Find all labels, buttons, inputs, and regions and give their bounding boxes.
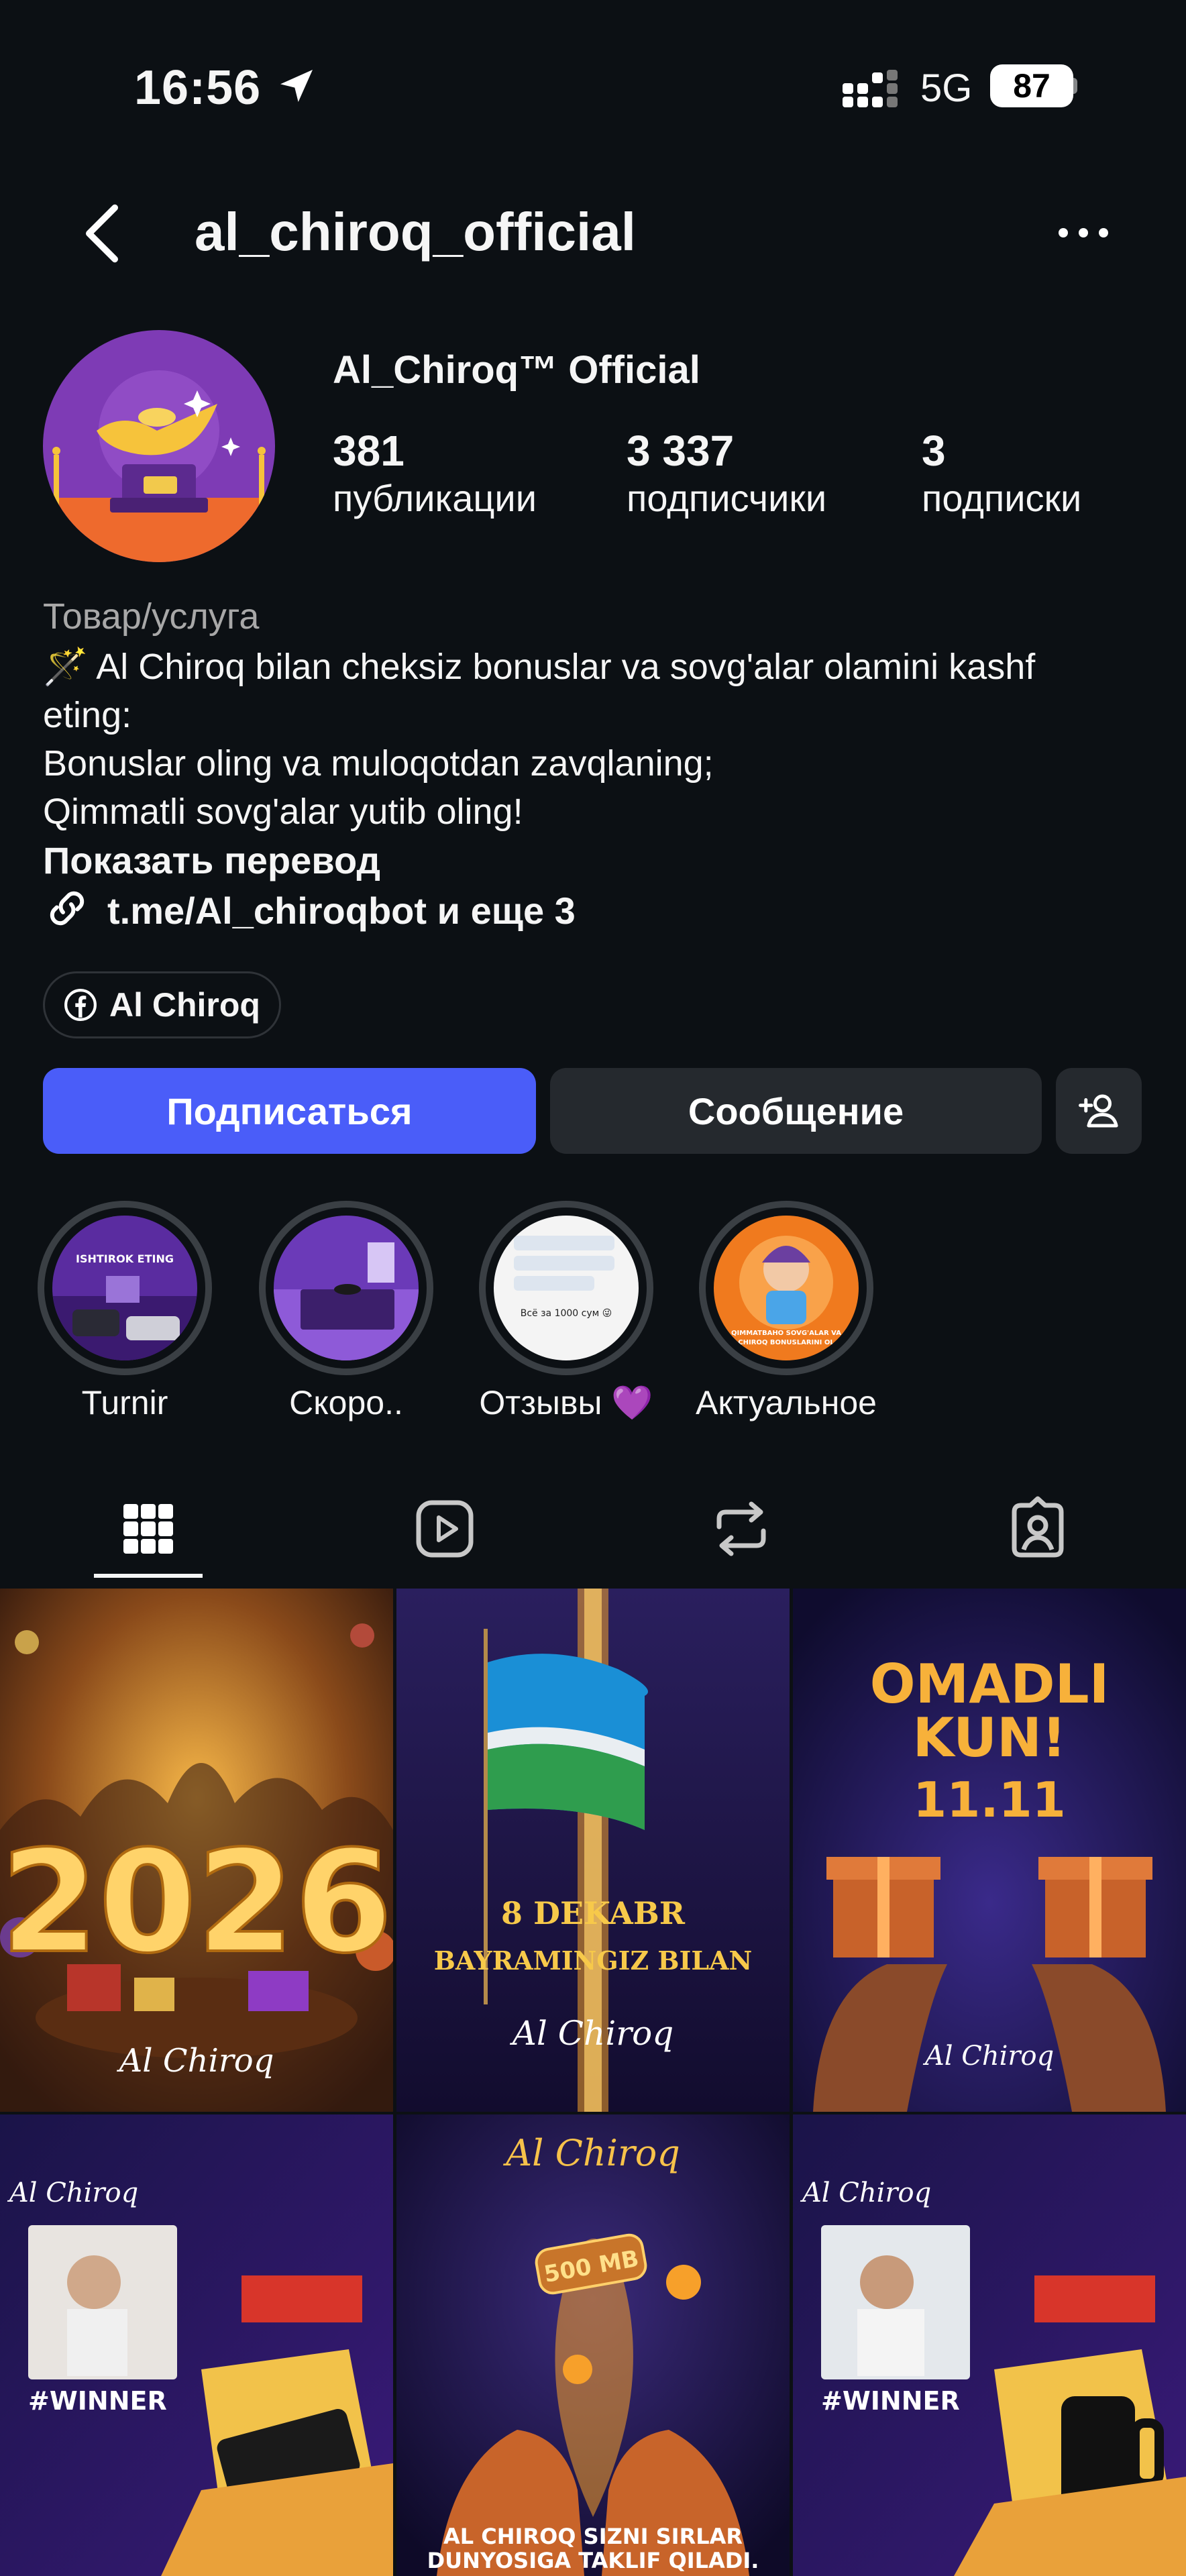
post-thumbnail[interactable]: OMADLI KUN! 11.11 Al Chiroq bbox=[793, 1589, 1186, 2112]
following-count[interactable]: 3 bbox=[922, 426, 946, 476]
highlight-soon[interactable] bbox=[259, 1201, 433, 1375]
following-label[interactable]: подписки bbox=[922, 476, 1081, 520]
post-thumbnail[interactable]: Al Chiroq #WINNER bbox=[793, 2114, 1186, 2576]
post-1-brand: Al Chiroq bbox=[117, 2042, 274, 2080]
post-3-brand: Al Chiroq bbox=[922, 2041, 1054, 2072]
post-6-brand: Al Chiroq bbox=[800, 2178, 931, 2208]
profile-username: al_chiroq_official bbox=[195, 202, 636, 262]
bio-line: eting: bbox=[43, 695, 132, 735]
show-translation-link[interactable]: Показать перевод bbox=[43, 839, 380, 882]
highlight-label: Актуальное bbox=[696, 1384, 877, 1421]
highlight-turnir-text: ISHTIROK ETING bbox=[76, 1252, 174, 1265]
post-3-line2: KUN! bbox=[913, 1707, 1067, 1769]
active-tab-indicator bbox=[94, 1574, 203, 1578]
location-arrow-icon bbox=[280, 70, 313, 102]
post-thumbnail[interactable]: 2026 Al Chiroq bbox=[0, 1589, 393, 2112]
post-4-brand: Al Chiroq bbox=[7, 2178, 138, 2208]
facebook-icon bbox=[64, 989, 97, 1021]
followers-label[interactable]: подписчики bbox=[627, 476, 826, 520]
posts-count[interactable]: 381 bbox=[333, 426, 405, 476]
post-thumbnail[interactable]: Al Chiroq 500 MB AL CHIROQ SIZNI SIRLAR … bbox=[396, 2114, 790, 2576]
grid-tab-icon[interactable] bbox=[111, 1492, 185, 1566]
profile-category: Товар/услуга bbox=[43, 596, 260, 637]
post-4-tag: #WINNER bbox=[28, 2386, 167, 2416]
post-thumbnail[interactable]: Al Chiroq #WINNER bbox=[0, 2114, 393, 2576]
tagged-tab-icon[interactable] bbox=[1001, 1492, 1075, 1566]
follow-button[interactable]: Подписаться bbox=[43, 1068, 536, 1154]
battery-indicator: 87 bbox=[990, 64, 1073, 107]
suggested-users-button[interactable] bbox=[1056, 1068, 1142, 1154]
posts-label[interactable]: публикации bbox=[333, 476, 537, 520]
highlight-reviews[interactable]: Всё за 1000 сум 😜 bbox=[479, 1201, 653, 1375]
highlight-label: Отзывы 💜 bbox=[479, 1384, 653, 1421]
post-1-year: 2026 bbox=[1, 1820, 392, 1984]
link-icon bbox=[50, 891, 85, 926]
highlight-actual-line1: QIMMATBAHO SOVG'ALAR VA bbox=[731, 1330, 841, 1337]
message-button[interactable]: Сообщение bbox=[550, 1068, 1042, 1154]
highlight-label: Скоро.. bbox=[289, 1384, 403, 1421]
post-5-brand: Al Chiroq bbox=[502, 2132, 680, 2174]
highlight-turnir[interactable]: ISHTIROK ETING bbox=[38, 1201, 212, 1375]
status-time: 16:56 bbox=[134, 61, 262, 115]
post-2-brand: Al Chiroq bbox=[510, 2014, 673, 2053]
battery-cap bbox=[1072, 78, 1077, 94]
post-6-tag: #WINNER bbox=[821, 2386, 960, 2416]
back-chevron-icon[interactable] bbox=[80, 201, 123, 266]
highlight-label: Turnir bbox=[81, 1384, 168, 1421]
post-5-line2: DUNYOSIGA TAKLIF QILADI. bbox=[427, 2548, 759, 2573]
followers-count[interactable]: 3 337 bbox=[627, 426, 734, 476]
bio-line: Qimmatli sovg'alar yutib oling! bbox=[43, 792, 523, 832]
more-options-icon[interactable] bbox=[1053, 216, 1114, 250]
highlight-actual-line2: CHIROQ BONUSLARINI OL bbox=[738, 1339, 834, 1346]
facebook-chip-label: Al Chiroq bbox=[109, 986, 260, 1024]
cellular-signal-icon bbox=[843, 70, 898, 107]
reels-tab-icon[interactable] bbox=[408, 1492, 482, 1566]
bio-line: Bonuslar oling va muloqotdan zavqlaning; bbox=[43, 743, 714, 784]
post-2-line1: 8 DEKABR bbox=[501, 1895, 686, 1931]
post-3-line3: 11.11 bbox=[913, 1772, 1066, 1828]
add-person-icon bbox=[1079, 1094, 1118, 1128]
bio-line: 🪄 Al Chiroq bilan cheksiz bonuslar va so… bbox=[43, 647, 1036, 687]
reposts-tab-icon[interactable] bbox=[704, 1492, 778, 1566]
profile-avatar[interactable] bbox=[43, 330, 275, 562]
post-5-line1: AL CHIROQ SIZNI SIRLAR bbox=[443, 2524, 743, 2549]
highlight-actual[interactable]: QIMMATBAHO SOVG'ALAR VA CHIROQ BONUSLARI… bbox=[699, 1201, 873, 1375]
facebook-chip[interactable]: Al Chiroq bbox=[43, 971, 281, 1038]
network-type: 5G bbox=[920, 66, 973, 110]
highlight-reviews-text: Всё за 1000 сум 😜 bbox=[521, 1308, 612, 1319]
post-2-line2: BAYRAMINGIZ BILAN bbox=[434, 1945, 753, 1976]
profile-display-name: Al_Chiroq™ Official bbox=[333, 348, 700, 392]
post-thumbnail[interactable]: 8 DEKABR BAYRAMINGIZ BILAN Al Chiroq bbox=[396, 1589, 790, 2112]
profile-link[interactable]: t.me/Al_chiroqbot и еще 3 bbox=[107, 889, 576, 932]
